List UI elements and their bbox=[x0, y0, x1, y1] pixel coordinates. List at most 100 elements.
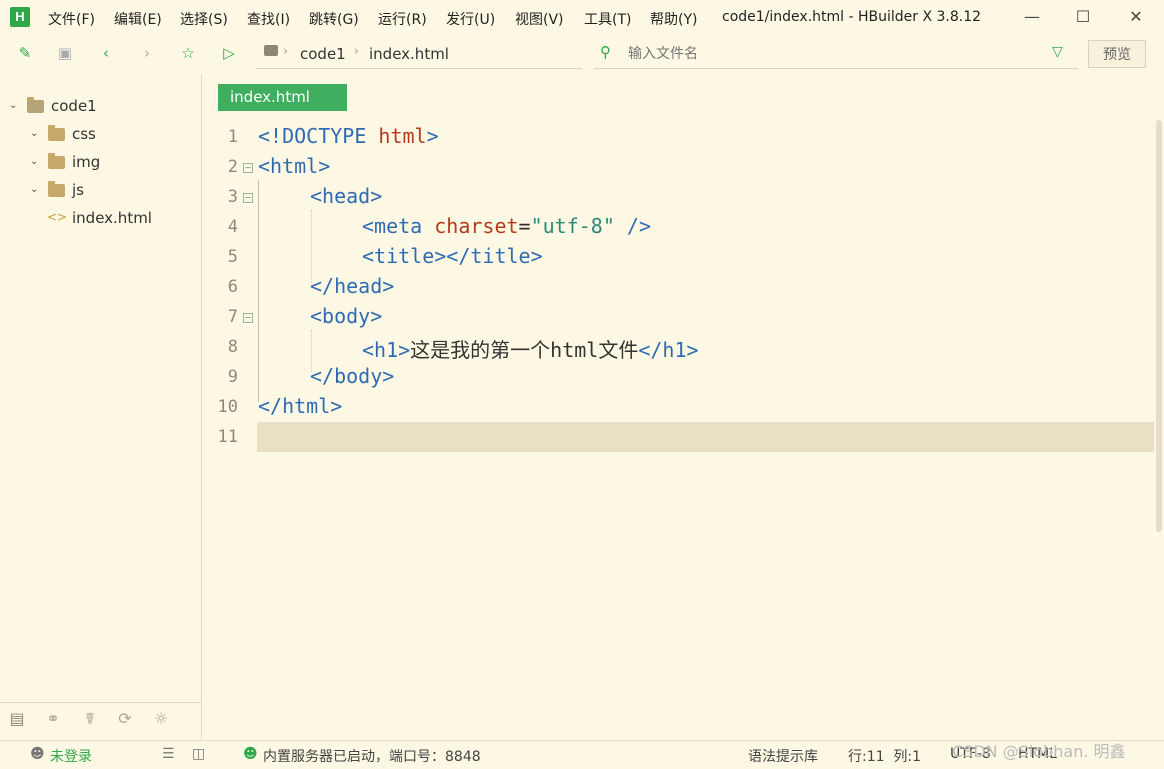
file-search: ⚲ ▽ bbox=[594, 42, 1078, 69]
cursor-position[interactable]: 行:11 列:1 bbox=[848, 746, 921, 766]
code-line-6[interactable]: </head> bbox=[310, 274, 394, 298]
code-line-4[interactable]: <meta charset="utf-8" /> bbox=[362, 214, 651, 238]
login-status[interactable]: 未登录 bbox=[50, 746, 92, 766]
syntax-library[interactable]: 语法提示库 bbox=[748, 746, 818, 766]
list-icon[interactable]: ☰ bbox=[162, 746, 175, 762]
chevron-down-icon[interactable]: ⌄ bbox=[30, 184, 38, 195]
line-number: 11 bbox=[217, 427, 238, 447]
doctype-keyword: html bbox=[366, 124, 427, 148]
meta-close: /> bbox=[614, 214, 652, 238]
chevron-down-icon[interactable]: ⌄ bbox=[9, 100, 17, 111]
preview-button[interactable]: 预览 bbox=[1088, 40, 1146, 68]
menu-publish[interactable]: 发行(U) bbox=[446, 9, 495, 29]
debug-bug-icon[interactable]: ☤ bbox=[79, 708, 101, 730]
hbuilder-logo-icon: H bbox=[10, 7, 30, 27]
breadcrumb: › code1 › index.html bbox=[256, 42, 582, 69]
star-icon[interactable]: ☆ bbox=[179, 44, 197, 62]
html-file-icon: <> bbox=[47, 210, 68, 224]
editor-tab-index-html[interactable]: index.html bbox=[218, 84, 347, 111]
tree-project-label: code1 bbox=[51, 97, 97, 115]
breadcrumb-separator-icon: › bbox=[354, 44, 359, 58]
code-line-2[interactable]: <html> bbox=[258, 154, 330, 178]
folder-icon bbox=[48, 153, 65, 169]
user-icon: ☻ bbox=[30, 746, 45, 762]
window-title: code1/index.html - HBuilder X 3.8.12 bbox=[722, 9, 982, 25]
save-icon[interactable]: ▣ bbox=[56, 44, 74, 62]
fold-toggle-icon[interactable]: − bbox=[243, 313, 253, 323]
plugin-icon[interactable]: ☼ bbox=[150, 708, 172, 730]
server-status[interactable]: 内置服务器已启动，端口号：8848 bbox=[263, 746, 481, 766]
line-number: 9 bbox=[227, 367, 238, 387]
title-bar bbox=[0, 0, 1164, 36]
folder-icon bbox=[48, 125, 65, 141]
code-line-10[interactable]: </html> bbox=[258, 394, 342, 418]
watermark: CSDN @Siobhan. 明鑫 bbox=[952, 742, 1126, 761]
fold-toggle-icon[interactable]: − bbox=[243, 193, 253, 203]
code-line-3[interactable]: <head> bbox=[310, 184, 382, 208]
new-file-icon[interactable]: ✎ bbox=[16, 44, 34, 62]
h1-open: <h1> bbox=[362, 338, 411, 362]
tree-item-img[interactable]: ⌄ img bbox=[0, 149, 201, 177]
breadcrumb-project[interactable]: code1 bbox=[300, 45, 346, 63]
line-number: 8 bbox=[227, 337, 238, 357]
line-number: 6 bbox=[227, 277, 238, 297]
code-line-7[interactable]: <body> bbox=[310, 304, 382, 328]
breadcrumb-file[interactable]: index.html bbox=[369, 45, 449, 63]
tree-item-label: js bbox=[72, 181, 84, 199]
line-number: 7 bbox=[227, 307, 238, 327]
tree-item-index-html[interactable]: <> index.html bbox=[0, 205, 201, 233]
file-search-input[interactable] bbox=[628, 45, 1028, 63]
tree-item-label: css bbox=[72, 125, 96, 143]
menu-file[interactable]: 文件(F) bbox=[48, 9, 95, 29]
equals-sign: = bbox=[518, 214, 531, 238]
chevron-down-icon[interactable]: ⌄ bbox=[30, 156, 38, 167]
chevron-down-icon[interactable]: ⌄ bbox=[30, 128, 38, 139]
line-number: 2 bbox=[227, 157, 238, 177]
project-manager-icon[interactable]: ▤ bbox=[6, 708, 28, 730]
code-line-8[interactable]: <h1>这是我的第一个html文件</h1> bbox=[362, 334, 699, 363]
line-number: 5 bbox=[227, 247, 238, 267]
back-icon[interactable]: ‹ bbox=[97, 44, 115, 62]
charset-value: "utf-8" bbox=[530, 214, 615, 238]
folder-icon bbox=[264, 45, 278, 56]
menu-run[interactable]: 运行(R) bbox=[378, 9, 427, 29]
menu-find[interactable]: 查找(I) bbox=[247, 9, 290, 29]
tree-item-js[interactable]: ⌄ js bbox=[0, 177, 201, 205]
project-icon bbox=[27, 97, 44, 113]
tree-item-label: index.html bbox=[72, 209, 152, 227]
minimize-icon[interactable]: — bbox=[1020, 6, 1044, 30]
git-icon[interactable]: ⟳ bbox=[114, 708, 136, 730]
menu-goto[interactable]: 跳转(G) bbox=[309, 9, 359, 29]
menu-view[interactable]: 视图(V) bbox=[515, 9, 564, 29]
current-line-highlight bbox=[257, 422, 1154, 452]
menu-edit[interactable]: 编辑(E) bbox=[114, 9, 162, 29]
line-number: 1 bbox=[227, 127, 238, 147]
tree-item-label: img bbox=[72, 153, 101, 171]
maximize-icon[interactable]: ☐ bbox=[1071, 6, 1095, 30]
editor-scrollbar[interactable] bbox=[1156, 120, 1162, 532]
tree-project[interactable]: ⌄ code1 bbox=[0, 93, 201, 121]
code-line-1[interactable]: <!DOCTYPE html> bbox=[258, 124, 439, 148]
menu-help[interactable]: 帮助(Y) bbox=[650, 9, 697, 29]
menu-select[interactable]: 选择(S) bbox=[180, 9, 228, 29]
h1-text: 这是我的第一个html文件 bbox=[410, 338, 639, 362]
close-icon[interactable]: ✕ bbox=[1124, 6, 1148, 30]
terminal-icon[interactable]: ◫ bbox=[192, 746, 205, 762]
charset-attr: charset bbox=[422, 214, 519, 238]
binoculars-icon[interactable]: ⚭ bbox=[42, 708, 64, 730]
server-status-icon: ☻ bbox=[243, 746, 258, 762]
line-number: 4 bbox=[227, 217, 238, 237]
run-icon[interactable]: ▷ bbox=[220, 44, 238, 62]
breadcrumb-separator-icon: › bbox=[283, 44, 288, 58]
forward-icon[interactable]: › bbox=[138, 44, 156, 62]
code-line-5[interactable]: <title></title> bbox=[362, 244, 543, 268]
line-number: 3 bbox=[227, 187, 238, 207]
filter-icon[interactable]: ▽ bbox=[1052, 44, 1063, 60]
code-line-9[interactable]: </body> bbox=[310, 364, 394, 388]
fold-toggle-icon[interactable]: − bbox=[243, 163, 253, 173]
line-number: 10 bbox=[217, 397, 238, 417]
tree-item-css[interactable]: ⌄ css bbox=[0, 121, 201, 149]
indent-guide bbox=[311, 210, 312, 282]
menu-tools[interactable]: 工具(T) bbox=[584, 9, 631, 29]
fold-guide bbox=[258, 180, 259, 402]
